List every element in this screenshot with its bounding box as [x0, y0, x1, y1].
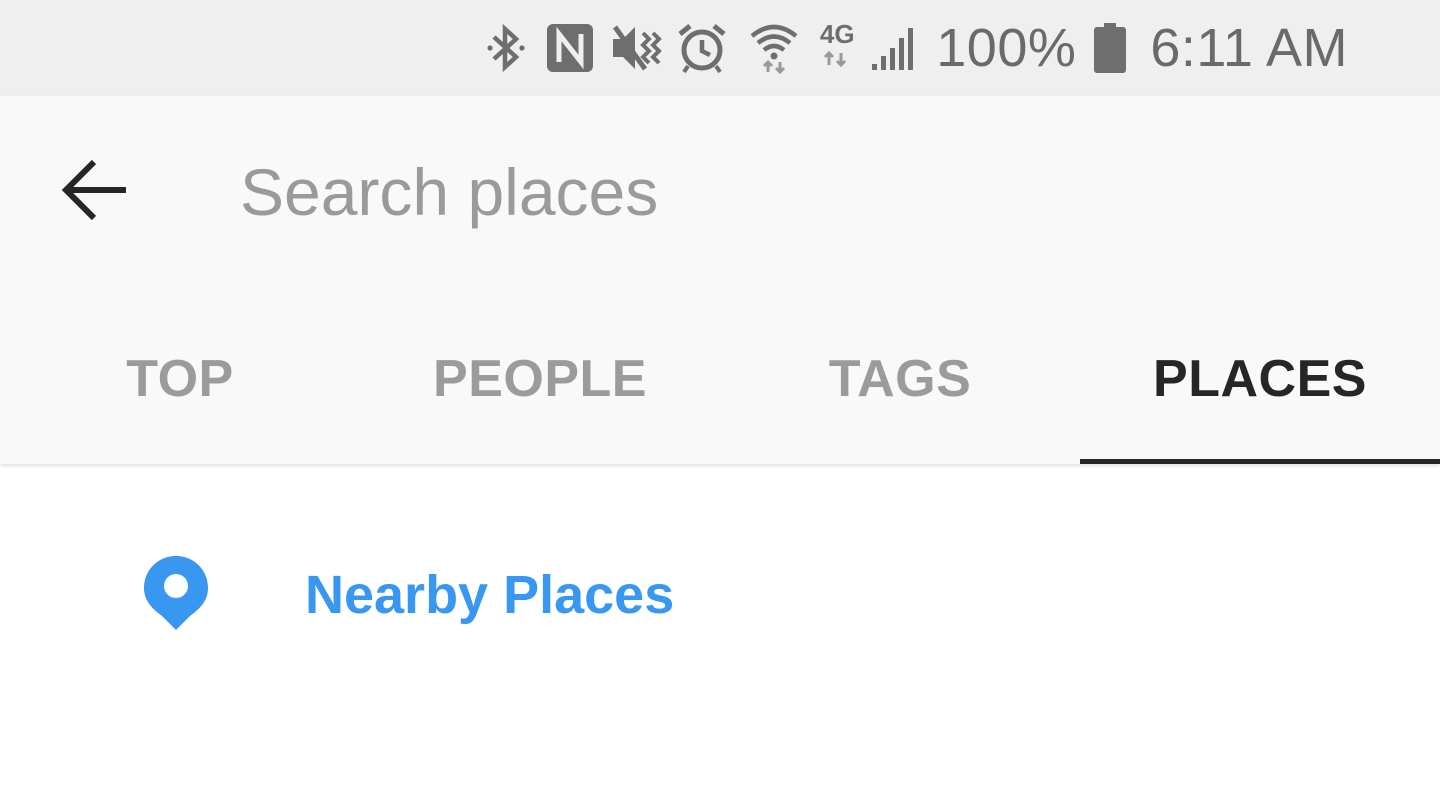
4g-lte-icon: 4G [806, 21, 868, 67]
wifi-icon [744, 22, 804, 74]
nearby-places-item[interactable]: Nearby Places [0, 520, 1440, 670]
active-tab-indicator [1080, 459, 1440, 464]
tab-label: TAGS [828, 350, 972, 408]
back-arrow-icon [60, 154, 132, 231]
tab-tags[interactable]: TAGS [720, 320, 1080, 464]
search-input[interactable] [240, 142, 1360, 242]
tab-label: TOP [126, 350, 234, 408]
battery-icon [1088, 23, 1132, 73]
status-bar: 4G 100% 6:11 AM [0, 0, 1440, 96]
tab-top[interactable]: TOP [0, 320, 360, 464]
app-bar: TOP PEOPLE TAGS PLACES [0, 96, 1440, 464]
tab-places[interactable]: PLACES [1080, 320, 1440, 464]
status-icons: 4G 100% 6:11 AM [476, 0, 1348, 96]
status-time: 6:11 AM [1150, 18, 1348, 78]
bluetooth-icon [476, 23, 536, 73]
nearby-places-label: Nearby Places [305, 565, 675, 625]
alarm-icon [672, 22, 732, 74]
tab-label: PLACES [1153, 350, 1367, 408]
back-button[interactable] [48, 144, 144, 240]
network-label: 4G [819, 19, 855, 49]
vibrate-icon [604, 23, 670, 73]
tab-label: PEOPLE [433, 350, 647, 408]
tab-bar: TOP PEOPLE TAGS PLACES [0, 320, 1440, 464]
signal-icon [868, 24, 920, 72]
location-pin-icon [142, 554, 210, 632]
battery-percentage: 100% [936, 18, 1077, 78]
nfc-icon [540, 22, 600, 74]
tab-people[interactable]: PEOPLE [360, 320, 720, 464]
